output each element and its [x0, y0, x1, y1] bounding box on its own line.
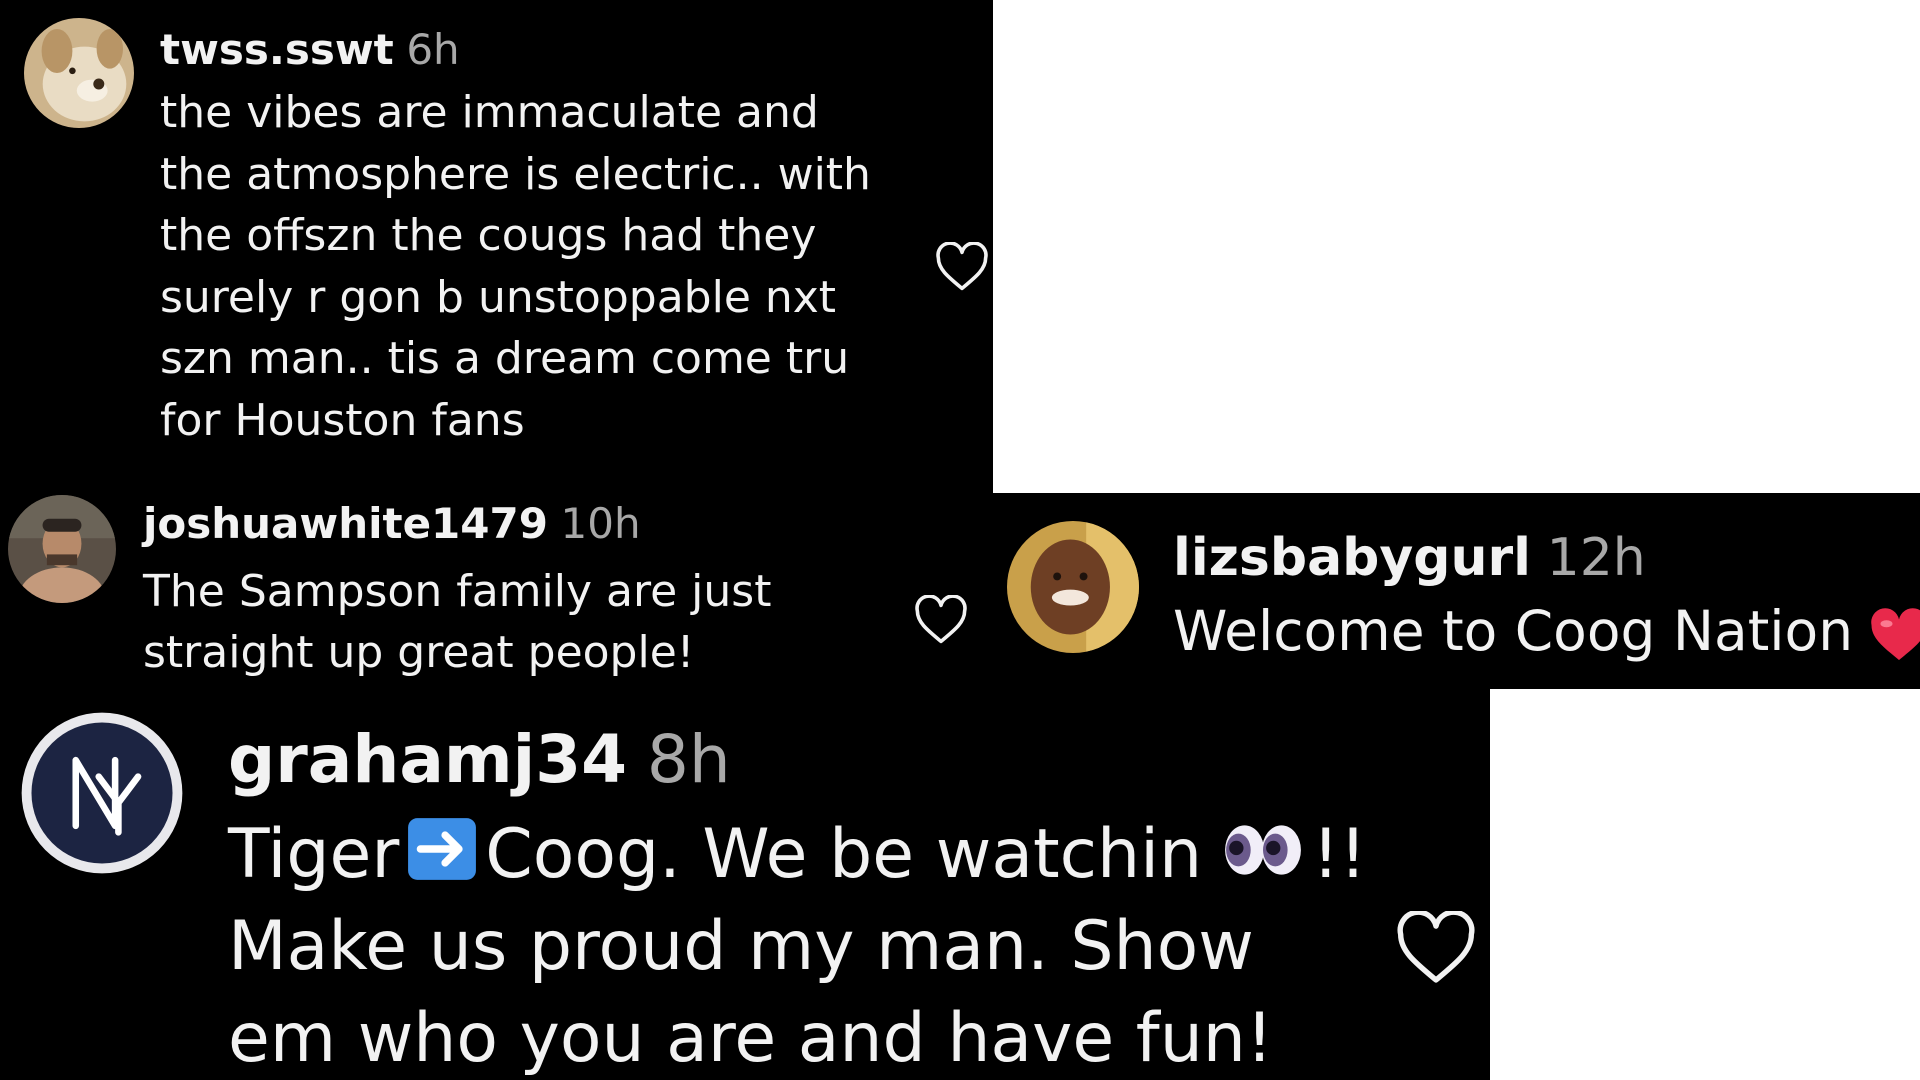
comment-text-part-1: Tiger	[228, 815, 400, 894]
comment-grahamj34: grahamj34 8h Tiger Coog. We be watchin!! M…	[0, 689, 1490, 1080]
right-arrow-emoji	[405, 815, 479, 883]
dog-photo-avatar	[24, 18, 134, 128]
comment-text-part-2: Coog. We be watchin	[485, 815, 1203, 894]
heart-outline-icon	[915, 595, 967, 644]
heart-outline-icon	[1397, 911, 1475, 983]
avatar[interactable]	[24, 18, 134, 128]
like-button[interactable]	[914, 595, 968, 645]
username[interactable]: lizsbabygurl	[1173, 528, 1531, 588]
avatar[interactable]	[8, 495, 116, 603]
timestamp: 10h	[560, 499, 641, 548]
woman-photo-avatar	[1007, 521, 1139, 653]
like-button[interactable]	[1395, 911, 1477, 985]
like-button[interactable]	[935, 242, 989, 292]
comment-header: grahamj34 8h	[228, 719, 731, 801]
username[interactable]: grahamj34	[228, 721, 627, 798]
comment-lizsbabygurl: lizsbabygurl 12h Welcome to Coog Nation	[993, 493, 1920, 689]
comment-text-container: Welcome to Coog Nation	[1173, 595, 1920, 667]
red-heart-emoji	[1869, 607, 1920, 663]
avatar[interactable]	[1007, 521, 1139, 653]
comment-header: twss.sswt 6h	[160, 22, 460, 78]
avatar[interactable]	[20, 711, 184, 875]
comment-text: the vibes are immaculate and the atmosph…	[160, 87, 871, 446]
eyes-emoji	[1222, 809, 1304, 875]
man-photo-avatar	[8, 495, 116, 603]
timestamp: 6h	[406, 25, 460, 74]
timestamp: 12h	[1546, 528, 1646, 588]
comment-twss-sswt: twss.sswt 6h the vibes are immaculate and…	[0, 0, 993, 493]
comment-text-container: Tiger Coog. We be watchin!! Make us proud…	[228, 809, 1378, 1080]
comment-text: Welcome to Coog Nation	[1173, 599, 1854, 663]
username[interactable]: joshuawhite1479	[143, 499, 548, 548]
comment-header: joshuawhite1479 10h	[143, 493, 641, 555]
username[interactable]: twss.sswt	[160, 25, 394, 74]
comment-joshuawhite1479: joshuawhite1479 10h The Sampson family ar…	[0, 493, 993, 689]
comment-text: The Sampson family are just straight up …	[143, 566, 772, 678]
comment-header: lizsbabygurl 12h	[1173, 523, 1646, 593]
timestamp: 8h	[646, 721, 731, 798]
heart-outline-icon	[936, 242, 988, 291]
yankees-logo-avatar	[21, 712, 183, 874]
